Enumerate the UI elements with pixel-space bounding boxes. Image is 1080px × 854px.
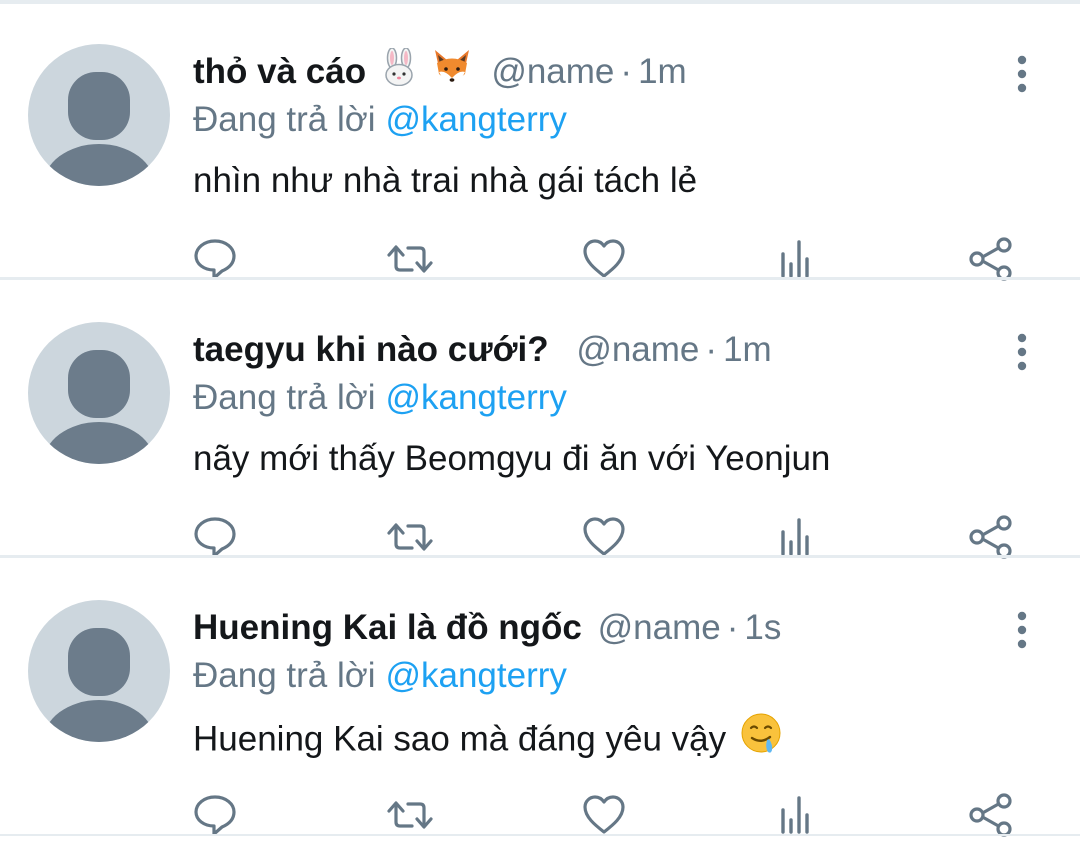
tweet-divider	[0, 834, 1080, 836]
reply-target-link[interactable]: @kangterry	[385, 656, 566, 695]
tweet-divider	[0, 277, 1080, 280]
default-avatar-icon	[43, 72, 155, 186]
tweet-card[interactable]: Huening Kai là đồ ngốc @name · 1s Đang trả…	[0, 560, 1080, 837]
vertical-ellipsis-icon	[1017, 55, 1027, 93]
more-options-button[interactable]	[1004, 52, 1040, 96]
analytics-button[interactable]	[771, 790, 821, 840]
timestamp[interactable]: 1m	[638, 52, 687, 91]
tweet-header: Huening Kai là đồ ngốc @name · 1s	[193, 604, 990, 652]
reply-target-link[interactable]: @kangterry	[385, 378, 566, 417]
replying-to-label: Đang trả lời	[193, 378, 376, 417]
display-name[interactable]: taegyu khi nào cưới?	[193, 330, 549, 369]
handle[interactable]: @name	[491, 52, 614, 91]
tweet-divider	[0, 555, 1080, 558]
reply-target-link[interactable]: @kangterry	[385, 100, 566, 139]
separator: ·	[705, 330, 718, 369]
tweet-text: Huening Kai sao mà đáng yêu vậy	[193, 719, 727, 759]
replying-to: Đang trả lời @kangterry	[193, 652, 567, 700]
drooling-face-emoji	[740, 712, 782, 770]
replying-to-label: Đang trả lời	[193, 656, 376, 695]
speech-bubble-icon	[194, 795, 236, 836]
more-options-button[interactable]	[1004, 608, 1040, 652]
tweet-card[interactable]: thỏ và cáo @name · 1m Đang trả lời @kang…	[0, 4, 1080, 281]
reply-button[interactable]	[190, 790, 240, 840]
tweet-text-row: Huening Kai sao mà đáng yêu vậy	[193, 712, 782, 762]
separator: ·	[620, 52, 633, 91]
display-name[interactable]: thỏ và cáo	[193, 52, 366, 91]
avatar[interactable]	[28, 44, 170, 186]
bar-chart-icon	[781, 796, 809, 834]
handle[interactable]: @name	[576, 330, 699, 369]
share-button[interactable]	[966, 790, 1016, 840]
replying-to: Đang trả lời @kangterry	[193, 96, 567, 144]
retweet-icon	[387, 801, 433, 829]
default-avatar-icon	[43, 628, 155, 742]
tweet-header: thỏ và cáo @name · 1m	[193, 47, 990, 99]
fox-face-emoji	[432, 48, 472, 99]
more-options-button[interactable]	[1004, 330, 1040, 374]
share-icon	[969, 793, 1012, 837]
default-avatar-icon	[43, 350, 155, 464]
vertical-ellipsis-icon	[1017, 611, 1027, 649]
retweet-button[interactable]	[385, 790, 435, 840]
tweet-text: nhìn như nhà trai nhà gái tách lẻ	[193, 161, 698, 200]
tweet-card[interactable]: taegyu khi nào cưới? @name · 1m Đang trả l…	[0, 282, 1080, 559]
avatar[interactable]	[28, 600, 170, 742]
rabbit-face-emoji	[382, 47, 416, 99]
display-name[interactable]: Huening Kai là đồ ngốc	[193, 608, 582, 647]
handle[interactable]: @name	[598, 608, 721, 647]
vertical-ellipsis-icon	[1017, 333, 1027, 371]
tweet-text: nãy mới thấy Beomgyu đi ăn với Yeonjun	[193, 439, 831, 478]
avatar[interactable]	[28, 322, 170, 464]
like-button[interactable]	[579, 790, 629, 840]
heart-icon	[583, 795, 625, 834]
replying-to: Đang trả lời @kangterry	[193, 374, 567, 422]
tweet-actions	[0, 790, 1080, 840]
timestamp[interactable]: 1s	[744, 608, 781, 647]
timestamp[interactable]: 1m	[723, 330, 772, 369]
replying-to-label: Đang trả lời	[193, 100, 376, 139]
tweet-header: taegyu khi nào cưới? @name · 1m	[193, 326, 990, 374]
separator: ·	[726, 608, 739, 647]
